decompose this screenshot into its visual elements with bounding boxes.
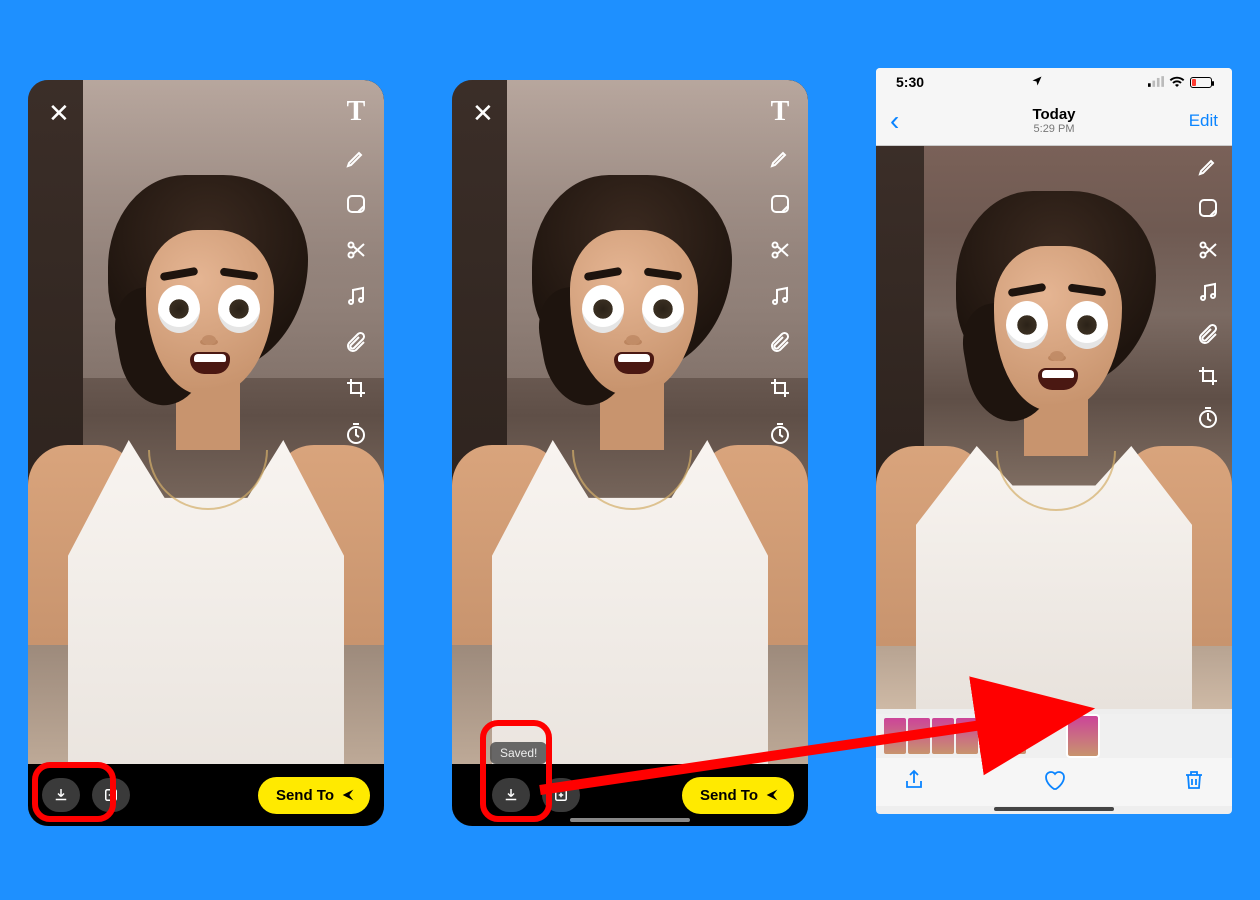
crop-tool-icon[interactable] (342, 374, 370, 402)
snapchat-screenshot-before-save: ✕ T Send To (28, 80, 384, 826)
timer-tool-icon (1194, 404, 1222, 432)
home-indicator[interactable] (570, 818, 690, 822)
pencil-tool-icon[interactable] (342, 144, 370, 172)
snap-photo (452, 80, 808, 826)
nav-title-text: Today (876, 106, 1232, 123)
thumbnail[interactable] (932, 718, 954, 754)
timer-tool-icon[interactable] (342, 420, 370, 448)
scissors-tool-icon (1194, 236, 1222, 264)
cellular-icon (1148, 74, 1164, 90)
favorite-icon[interactable] (1042, 768, 1066, 797)
send-to-button[interactable]: Send To (258, 777, 370, 814)
close-icon[interactable]: ✕ (472, 98, 494, 129)
photos-action-bar (876, 758, 1232, 806)
crop-tool-icon[interactable] (766, 374, 794, 402)
sticker-tool-icon (1194, 194, 1222, 222)
photos-nav-bar: ‹ Today 5:29 PM Edit (876, 96, 1232, 146)
thumbnail[interactable] (980, 718, 1002, 754)
share-icon[interactable] (902, 768, 926, 797)
attach-tool-icon[interactable] (766, 328, 794, 356)
text-tool-icon[interactable]: T (342, 98, 370, 126)
attach-tool-icon (1194, 320, 1222, 348)
timer-tool-icon[interactable] (766, 420, 794, 448)
ios-status-bar: 5:30 (876, 68, 1232, 96)
sticker-tool-icon[interactable] (766, 190, 794, 218)
nav-title: Today 5:29 PM (876, 106, 1232, 135)
music-tool-icon[interactable] (766, 282, 794, 310)
thumbnail[interactable] (1004, 718, 1026, 754)
sticker-tool-icon[interactable] (342, 190, 370, 218)
music-tool-icon (1194, 278, 1222, 306)
edit-tools-sidebar: T (342, 98, 370, 448)
trash-icon[interactable] (1182, 768, 1206, 797)
thumbnail-selected[interactable] (1068, 716, 1098, 756)
status-time: 5:30 (896, 74, 924, 90)
annotation-highlight-save (32, 762, 116, 822)
thumbnail[interactable] (956, 718, 978, 754)
attach-tool-icon[interactable] (342, 328, 370, 356)
nav-subtitle-text: 5:29 PM (876, 123, 1232, 135)
photos-thumbnail-strip[interactable] (876, 714, 1232, 758)
pencil-tool-icon (1194, 152, 1222, 180)
annotation-highlight-saved (480, 720, 552, 822)
scissors-tool-icon[interactable] (342, 236, 370, 264)
photos-app-screenshot: 5:30 ‹ Today 5:29 PM Edit (876, 68, 1232, 814)
scissors-tool-icon[interactable] (766, 236, 794, 264)
pencil-tool-icon[interactable] (766, 144, 794, 172)
battery-icon (1190, 77, 1212, 88)
thumbnail[interactable] (884, 718, 906, 754)
home-indicator[interactable] (994, 807, 1114, 811)
send-to-label: Send To (276, 787, 334, 804)
location-icon (1031, 74, 1043, 90)
wifi-icon (1169, 74, 1185, 90)
thumbnail[interactable] (908, 718, 930, 754)
photos-main-image[interactable] (876, 146, 1232, 709)
edit-tools-sidebar: T (766, 98, 794, 448)
snap-photo (28, 80, 384, 826)
snapchat-screenshot-after-save: ✕ T Saved! Send To (452, 80, 808, 826)
close-icon[interactable]: ✕ (48, 98, 70, 129)
music-tool-icon[interactable] (342, 282, 370, 310)
crop-tool-icon (1194, 362, 1222, 390)
send-to-button[interactable]: Send To (682, 777, 794, 814)
send-to-label: Send To (700, 787, 758, 804)
text-tool-icon[interactable]: T (766, 98, 794, 126)
